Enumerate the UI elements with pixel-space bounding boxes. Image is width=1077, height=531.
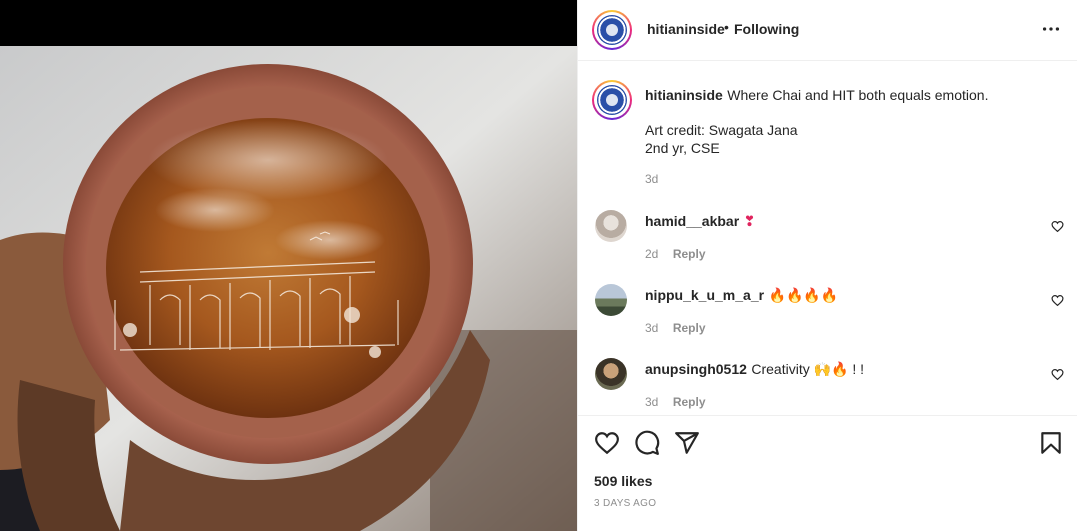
post-date[interactable]: 3 DAYS AGO: [594, 498, 656, 509]
post-actions: 509 likes 3 DAYS AGO: [578, 415, 1077, 531]
comment-text: 🔥🔥🔥🔥: [768, 287, 839, 303]
hit-logo-icon: [597, 15, 627, 45]
heart-icon[interactable]: [594, 430, 620, 456]
avatar[interactable]: [592, 10, 632, 50]
comment-timestamp[interactable]: 2d: [645, 247, 658, 261]
reply-button[interactable]: Reply: [673, 321, 706, 335]
comment-like-icon[interactable]: [1051, 220, 1064, 233]
comment-item: hamid__akbar ❣ 2d Reply: [578, 202, 1077, 266]
post-image[interactable]: [0, 0, 577, 531]
comment-icon[interactable]: [634, 430, 660, 456]
hit-logo-icon: [597, 85, 627, 115]
caption: hitianinside Where Chai and HIT both equ…: [578, 62, 1077, 192]
avatar[interactable]: [595, 210, 627, 242]
comment-username[interactable]: nippu_k_u_m_a_r: [645, 287, 764, 303]
caption-timestamp[interactable]: 3d: [645, 172, 658, 186]
reply-button[interactable]: Reply: [673, 395, 706, 409]
chai-cup-photo: [0, 0, 577, 531]
avatar[interactable]: [595, 358, 627, 390]
reply-button[interactable]: Reply: [673, 247, 706, 261]
caption-text: Where Chai and HIT both equals emotion.: [727, 87, 989, 103]
comments-section[interactable]: hitianinside Where Chai and HIT both equ…: [578, 62, 1077, 414]
avatar[interactable]: [595, 284, 627, 316]
send-icon[interactable]: [674, 430, 700, 456]
caption-credit-year: 2nd yr, CSE: [645, 140, 720, 156]
more-horizontal-icon[interactable]: [1040, 18, 1062, 40]
comment-item: nippu_k_u_m_a_r 🔥🔥🔥🔥 3d Reply: [578, 276, 1077, 340]
comment-like-icon[interactable]: [1051, 368, 1064, 381]
caption-username[interactable]: hitianinside: [645, 87, 723, 103]
avatar[interactable]: [592, 80, 632, 120]
comment-item: anupsingh0512 Creativity 🙌🔥 ! ! 3d Reply: [578, 350, 1077, 414]
comment-text: Creativity 🙌🔥 ! !: [751, 361, 865, 377]
comment-timestamp[interactable]: 3d: [645, 321, 658, 335]
comment-text: ❣: [743, 213, 756, 229]
comment-timestamp[interactable]: 3d: [645, 395, 658, 409]
bookmark-icon[interactable]: [1038, 430, 1064, 456]
separator-dot: •: [724, 19, 729, 35]
post-detail-panel: hitianinside • Following hitianinside Wh…: [577, 0, 1077, 531]
comment-username[interactable]: anupsingh0512: [645, 361, 747, 377]
caption-credit: Art credit: Swagata Jana: [645, 122, 798, 138]
post-author-username[interactable]: hitianinside: [647, 21, 725, 37]
post-header: hitianinside • Following: [578, 0, 1077, 61]
comment-username[interactable]: hamid__akbar: [645, 213, 739, 229]
following-button[interactable]: Following: [734, 21, 799, 37]
comment-like-icon[interactable]: [1051, 294, 1064, 307]
likes-count[interactable]: 509 likes: [594, 473, 652, 489]
